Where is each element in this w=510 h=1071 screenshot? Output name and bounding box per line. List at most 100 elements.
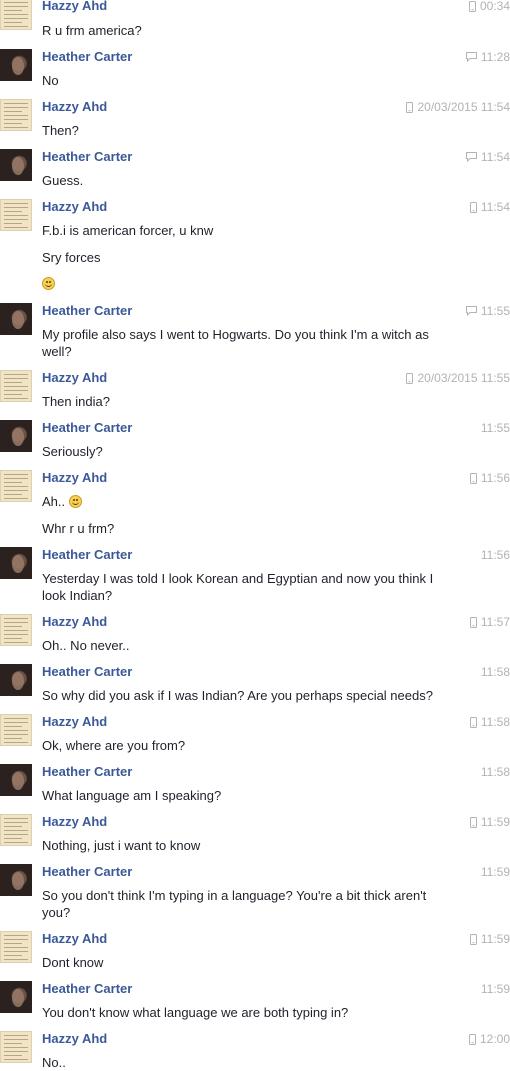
timestamp: 11:54 <box>465 150 510 164</box>
timestamp: 11:56 <box>469 471 510 485</box>
message-text: F.b.i is american forcer, u knw <box>42 222 213 239</box>
timestamp-text: 11:59 <box>480 865 510 879</box>
message-text <box>42 275 55 292</box>
sender-name[interactable]: Hazzy Ahd <box>42 814 107 830</box>
sender-name[interactable]: Hazzy Ahd <box>42 99 107 115</box>
message-text: Yesterday I was told I look Korean and E… <box>42 570 433 587</box>
avatar[interactable] <box>0 981 32 1013</box>
message-text: Whr r u frm? <box>42 520 114 537</box>
avatar[interactable] <box>0 470 32 502</box>
avatar[interactable] <box>0 764 32 796</box>
avatar[interactable] <box>0 99 32 131</box>
sender-name[interactable]: Hazzy Ahd <box>42 714 107 730</box>
message-text-content: Ah.. <box>42 494 66 509</box>
message-text: Ah.. <box>42 493 82 510</box>
timestamp: 11:54 <box>469 200 510 214</box>
timestamp: 11:59 <box>481 982 510 996</box>
timestamp-text: 00:34 <box>479 0 510 13</box>
timestamp: 11:58 <box>469 715 510 729</box>
avatar[interactable] <box>0 714 32 746</box>
timestamp-text: 11:59 <box>480 982 510 996</box>
timestamp-text: 20/03/2015 11:54 <box>417 100 510 114</box>
smiley-emoji-icon <box>42 277 55 290</box>
avatar[interactable] <box>0 370 32 402</box>
avatar[interactable] <box>0 614 32 646</box>
message-text-content: So why did you ask if I was Indian? Are … <box>42 688 433 703</box>
avatar[interactable] <box>0 1031 32 1063</box>
message-text: Then? <box>42 122 79 139</box>
timestamp: 20/03/2015 11:54 <box>406 100 510 114</box>
timestamp: 11:59 <box>481 865 510 879</box>
sender-name[interactable]: Hazzy Ahd <box>42 614 107 630</box>
timestamp-text: 11:56 <box>480 548 510 562</box>
message-text-content: Whr r u frm? <box>42 521 115 536</box>
message-text-content: Guess. <box>42 173 84 188</box>
message-text: Ok, where are you from? <box>42 737 185 754</box>
message-text-content: Ok, where are you from? <box>42 738 186 753</box>
timestamp: 11:58 <box>481 665 510 679</box>
avatar[interactable] <box>0 664 32 696</box>
message-text-content: look Indian? <box>42 588 113 603</box>
message-text-content: R u frm america? <box>42 23 142 38</box>
timestamp: 11:55 <box>465 304 510 318</box>
avatar[interactable] <box>0 814 32 846</box>
sender-name[interactable]: Heather Carter <box>42 420 132 436</box>
sender-name[interactable]: Heather Carter <box>42 547 132 563</box>
message-text-content: No.. <box>42 1055 66 1070</box>
mobile-icon <box>469 201 477 213</box>
timestamp-text: 11:58 <box>480 665 510 679</box>
avatar[interactable] <box>0 0 32 30</box>
timestamp-text: 20/03/2015 11:55 <box>417 371 510 385</box>
sender-name[interactable]: Hazzy Ahd <box>42 0 107 14</box>
message-text: No <box>42 72 59 89</box>
mobile-icon <box>468 1033 476 1045</box>
timestamp-text: 11:55 <box>480 304 510 318</box>
avatar[interactable] <box>0 420 32 452</box>
message-text-content: F.b.i is american forcer, u knw <box>42 223 214 238</box>
message-text: Dont know <box>42 954 103 971</box>
sender-name[interactable]: Hazzy Ahd <box>42 370 107 386</box>
message-text: You don't know what language we are both… <box>42 1004 348 1021</box>
chat-icon <box>465 52 477 62</box>
message-text-content: You don't know what language we are both… <box>42 1005 349 1020</box>
sender-name[interactable]: Heather Carter <box>42 149 132 165</box>
sender-name[interactable]: Heather Carter <box>42 49 132 65</box>
mobile-icon <box>406 101 414 113</box>
sender-name[interactable]: Hazzy Ahd <box>42 1031 107 1047</box>
sender-name[interactable]: Hazzy Ahd <box>42 470 107 486</box>
message-text-content: What language am I speaking? <box>42 788 222 803</box>
message-text: R u frm america? <box>42 22 142 39</box>
message-text: Nothing, just i want to know <box>42 837 200 854</box>
avatar[interactable] <box>0 864 32 896</box>
sender-name[interactable]: Heather Carter <box>42 764 132 780</box>
avatar[interactable] <box>0 303 32 335</box>
avatar[interactable] <box>0 49 32 81</box>
sender-name[interactable]: Heather Carter <box>42 864 132 880</box>
timestamp-text: 11:59 <box>480 815 510 829</box>
message-text-content: well? <box>42 344 72 359</box>
mobile-icon <box>468 0 476 12</box>
sender-name[interactable]: Heather Carter <box>42 303 132 319</box>
message-text-content: you? <box>42 905 71 920</box>
avatar[interactable] <box>0 547 32 579</box>
avatar[interactable] <box>0 931 32 963</box>
sender-name[interactable]: Hazzy Ahd <box>42 199 107 215</box>
sender-name[interactable]: Heather Carter <box>42 664 132 680</box>
sender-name[interactable]: Hazzy Ahd <box>42 931 107 947</box>
message-text-content: Nothing, just i want to know <box>42 838 201 853</box>
sender-name[interactable]: Heather Carter <box>42 981 132 997</box>
message-text: well? <box>42 343 72 360</box>
timestamp-text: 12:00 <box>479 1032 510 1046</box>
timestamp: 20/03/2015 11:55 <box>406 371 510 385</box>
timestamp-text: 11:59 <box>480 932 510 946</box>
message-text: My profile also says I went to Hogwarts.… <box>42 326 429 343</box>
message-text-content: Seriously? <box>42 444 103 459</box>
message-text: Guess. <box>42 172 83 189</box>
avatar[interactable] <box>0 199 32 231</box>
timestamp: 11:57 <box>469 615 510 629</box>
message-text: What language am I speaking? <box>42 787 221 804</box>
avatar[interactable] <box>0 149 32 181</box>
message-text-content: Then? <box>42 123 79 138</box>
message-text: No.. <box>42 1054 66 1071</box>
mobile-icon <box>469 616 477 628</box>
